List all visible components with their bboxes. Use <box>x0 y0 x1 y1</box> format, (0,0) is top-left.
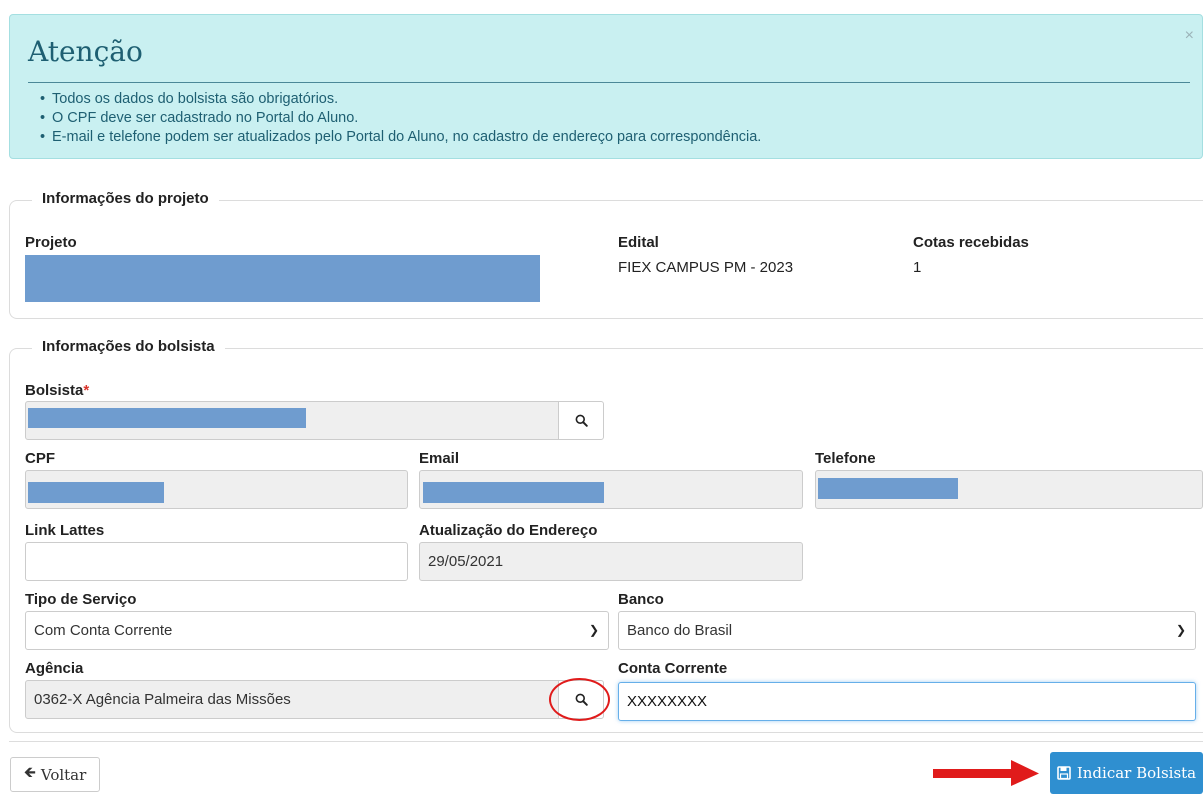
cotas-value: 1 <box>913 259 922 276</box>
highlight-circle <box>549 678 610 721</box>
cpf-value-redacted <box>28 482 164 503</box>
indicar-bolsista-button[interactable]: Indicar Bolsista <box>1050 752 1203 794</box>
cpf-label: CPF <box>25 450 55 467</box>
edital-value: FIEX CAMPUS PM - 2023 <box>618 259 794 276</box>
bolsista-label: Bolsista* <box>25 382 90 399</box>
atualizacao-field: 29/05/2021 <box>419 542 803 581</box>
attention-alert: Atenção × Todos os dados do bolsista são… <box>9 14 1203 159</box>
footer-divider <box>9 741 1203 742</box>
lattes-label: Link Lattes <box>25 522 105 539</box>
search-icon <box>575 414 588 427</box>
telefone-value-redacted <box>818 478 958 499</box>
telefone-label: Telefone <box>815 450 876 467</box>
back-button-label: Voltar <box>40 765 87 784</box>
chevron-down-icon: ❯ <box>1175 623 1186 637</box>
lattes-input[interactable] <box>25 542 408 581</box>
email-field <box>419 470 803 509</box>
conta-corrente-label: Conta Corrente <box>618 660 728 677</box>
back-button[interactable]: 🡸 Voltar <box>10 757 100 792</box>
alert-list: Todos os dados do bolsista são obrigatór… <box>40 90 761 147</box>
projeto-value-redacted <box>25 255 540 302</box>
agencia-field: 0362-X Agência Palmeira das Missões <box>25 680 559 719</box>
project-info-legend: Informações do projeto <box>32 190 219 207</box>
email-label: Email <box>419 450 460 467</box>
cotas-label: Cotas recebidas <box>913 234 1029 251</box>
conta-corrente-input[interactable]: XXXXXXXX <box>618 682 1196 721</box>
banco-select[interactable]: Banco do Brasil ❯ <box>618 611 1196 650</box>
tipo-servico-value: Com Conta Corrente <box>34 622 173 639</box>
alert-item: O CPF deve ser cadastrado no Portal do A… <box>40 109 761 128</box>
red-arrow-icon <box>933 760 1039 786</box>
agencia-label: Agência <box>25 660 84 677</box>
alert-title: Atenção <box>28 35 143 68</box>
required-mark: * <box>83 382 90 399</box>
alert-item: Todos os dados do bolsista são obrigatór… <box>40 90 761 109</box>
email-value-redacted <box>423 482 604 503</box>
banco-label: Banco <box>618 591 664 608</box>
edital-label: Edital <box>618 234 659 251</box>
close-icon[interactable]: × <box>1185 27 1194 45</box>
alert-item: E-mail e telefone podem ser atualizados … <box>40 128 761 147</box>
bolsista-value-redacted <box>28 408 306 428</box>
banco-value: Banco do Brasil <box>627 622 733 639</box>
alert-divider <box>28 82 1190 83</box>
bolsista-input[interactable] <box>25 401 559 440</box>
floppy-disk-icon <box>1057 766 1071 780</box>
projeto-label: Projeto <box>25 234 77 251</box>
bolsista-search-button[interactable] <box>558 401 604 440</box>
telefone-field <box>815 470 1203 509</box>
tipo-servico-select[interactable]: Com Conta Corrente ❯ <box>25 611 609 650</box>
indicar-bolsista-label: Indicar Bolsista <box>1076 764 1197 782</box>
atualizacao-label: Atualização do Endereço <box>419 522 598 539</box>
tipo-servico-label: Tipo de Serviço <box>25 591 137 608</box>
chevron-down-icon: ❯ <box>588 623 599 637</box>
cpf-field <box>25 470 408 509</box>
arrow-left-icon: 🡸 <box>23 763 36 781</box>
bolsista-info-legend: Informações do bolsista <box>32 338 225 355</box>
